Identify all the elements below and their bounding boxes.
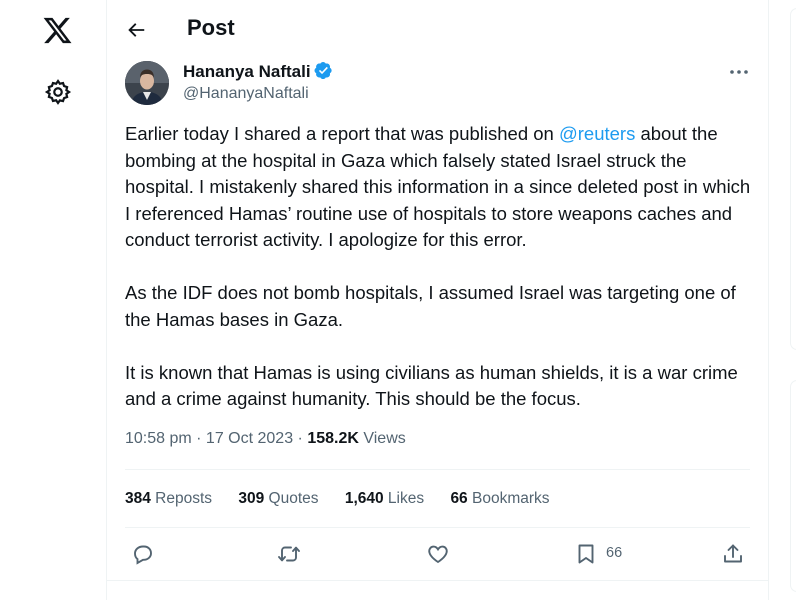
verified-badge-icon — [314, 61, 333, 80]
author-name[interactable]: Hananya Naftali — [183, 61, 333, 82]
engagement-stats: 384 Reposts 309 Quotes 1,640 Likes 66 Bo… — [125, 490, 572, 508]
back-arrow-icon[interactable] — [125, 19, 147, 41]
quotes-count: 309 — [238, 490, 265, 507]
sidebar-card-edge — [790, 8, 796, 350]
repost-icon[interactable] — [277, 542, 301, 566]
bookmarks-stat[interactable]: 66 Bookmarks — [450, 490, 549, 508]
reposts-count: 384 — [125, 490, 151, 507]
quotes-stat[interactable]: 309 Quotes — [238, 490, 318, 508]
bookmarks-count: 66 — [450, 490, 468, 507]
bookmark-icon[interactable] — [574, 542, 598, 566]
likes-stat[interactable]: 1,640 Likes — [345, 490, 424, 508]
avatar[interactable] — [125, 61, 169, 105]
share-icon[interactable] — [721, 542, 745, 566]
quotes-label: Quotes — [264, 490, 319, 507]
divider — [107, 580, 768, 581]
likes-label: Likes — [383, 490, 425, 507]
reposts-label: Reposts — [150, 490, 213, 507]
reply-icon[interactable] — [131, 542, 155, 566]
timestamp-link[interactable]: 10:58 pm · 17 Oct 2023 — [125, 430, 293, 447]
header-bar: Post — [107, 0, 768, 58]
divider — [125, 527, 750, 528]
tweet-paragraph-1: Earlier today I shared a report that was… — [125, 121, 755, 254]
action-bar: 66 — [107, 540, 768, 570]
like-heart-icon[interactable] — [426, 542, 450, 566]
tweet-text-segment: Earlier today I shared a report that was… — [125, 123, 559, 144]
gear-icon[interactable] — [44, 78, 72, 106]
tweet-paragraph-3: It is known that Hamas is using civilian… — [125, 361, 738, 410]
sidebar-card-edge — [790, 380, 796, 592]
left-rail — [0, 0, 106, 600]
bookmark-count: 66 — [606, 545, 623, 561]
tweet-paragraph-2: As the IDF does not bomb hospitals, I as… — [125, 282, 736, 330]
more-options-icon[interactable] — [727, 62, 751, 82]
meta-separator: · — [293, 430, 308, 447]
right-sidebar-edge — [790, 0, 796, 600]
views-label: Views — [358, 430, 406, 447]
divider — [125, 469, 750, 470]
x-logo-icon[interactable] — [42, 15, 73, 46]
bookmarks-label: Bookmarks — [467, 490, 550, 507]
reposts-stat[interactable]: 384 Reposts — [125, 490, 212, 508]
tweet-text: Earlier today I shared a report that was… — [125, 121, 755, 439]
likes-count: 1,640 — [344, 490, 384, 507]
post-detail-column: Post Hananya Naftali @HananyaNaftali Ear… — [106, 0, 769, 600]
mention-link[interactable]: @reuters — [559, 123, 635, 144]
views-count: 158.2K — [307, 430, 359, 447]
author-name-text[interactable]: Hananya Naftali — [183, 62, 311, 81]
page-title: Post — [187, 15, 235, 40]
tweet-meta: 10:58 pm · 17 Oct 2023 · 158.2K Views — [125, 430, 406, 448]
author-handle[interactable]: @HananyaNaftali — [183, 85, 309, 103]
